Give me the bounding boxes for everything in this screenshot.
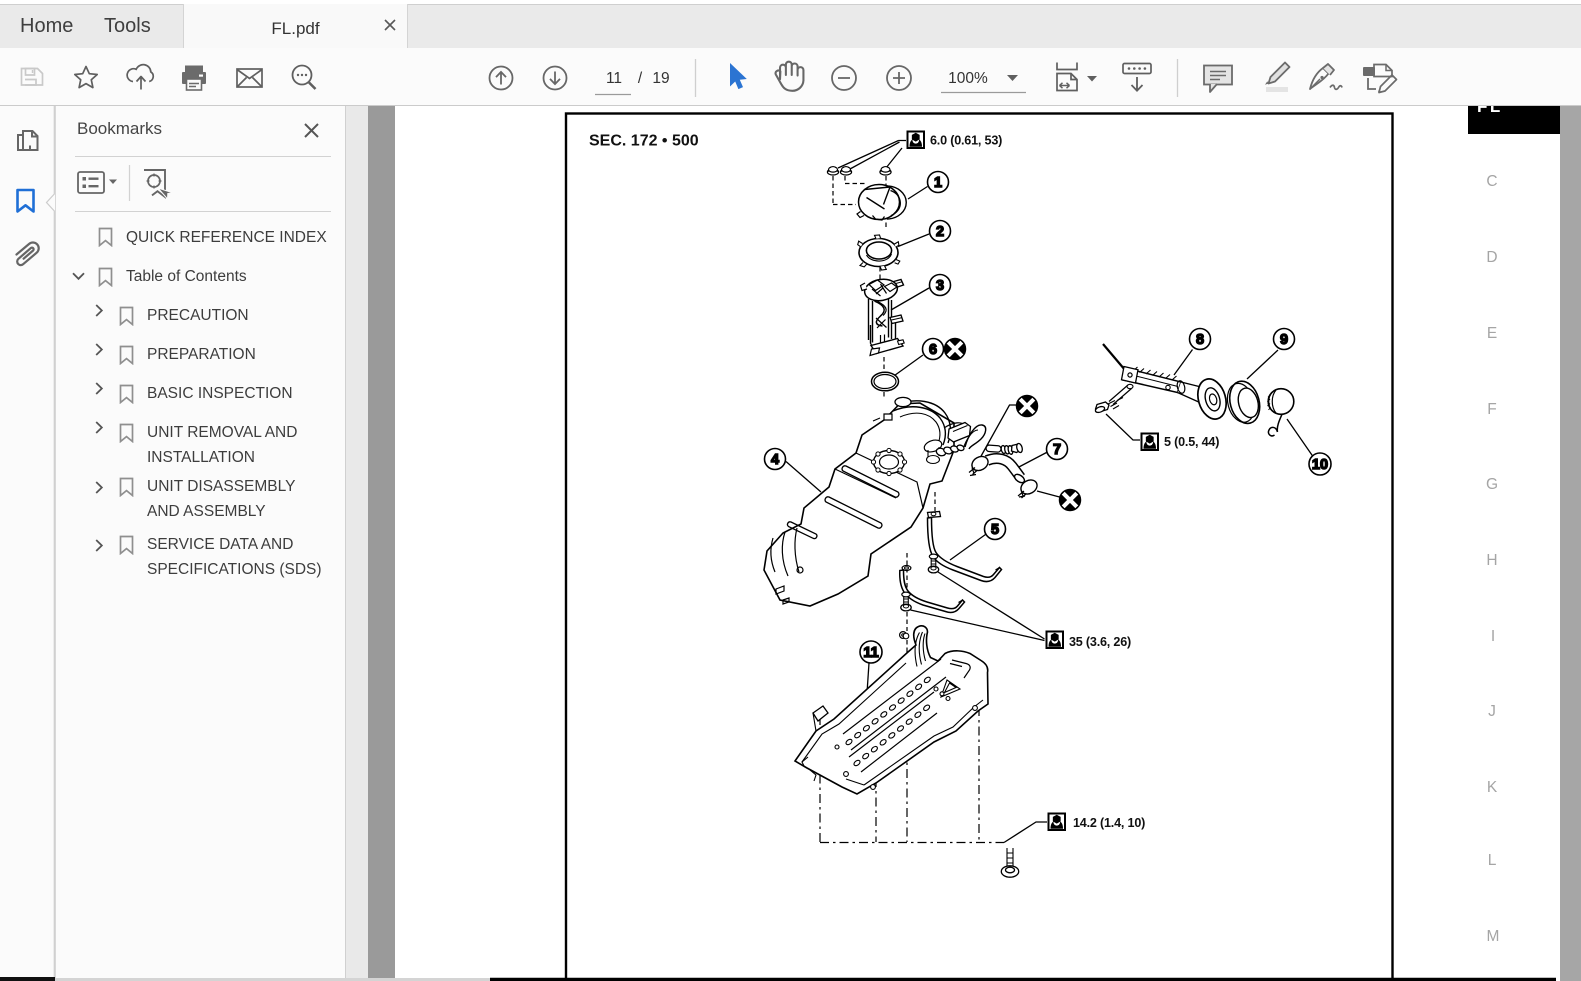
svg-text:5: 5: [991, 522, 999, 538]
svg-text:SEC. 172 • 500: SEC. 172 • 500: [589, 133, 699, 150]
svg-text:L: L: [1488, 852, 1497, 869]
svg-text:2: 2: [936, 224, 944, 240]
svg-text:3: 3: [936, 278, 944, 294]
svg-text:35 (3.6, 26): 35 (3.6, 26): [1069, 635, 1131, 649]
svg-text:M: M: [1487, 928, 1500, 945]
svg-text:6: 6: [929, 342, 937, 358]
svg-text:19: 19: [652, 70, 669, 87]
svg-text:6.0 (0.61, 53): 6.0 (0.61, 53): [930, 134, 1002, 148]
svg-text:J: J: [1488, 703, 1496, 720]
svg-text:7: 7: [1053, 442, 1061, 458]
svg-text:1: 1: [934, 175, 942, 191]
svg-text:8: 8: [1196, 332, 1204, 348]
svg-text:H: H: [1486, 552, 1497, 569]
svg-text:9: 9: [1280, 332, 1288, 348]
svg-text:F: F: [1487, 401, 1496, 418]
svg-text:14.2 (1.4, 10): 14.2 (1.4, 10): [1073, 816, 1145, 830]
svg-text:G: G: [1486, 476, 1498, 493]
svg-text:D: D: [1486, 249, 1497, 266]
svg-text:/: /: [638, 70, 643, 87]
svg-text:5 (0.5, 44): 5 (0.5, 44): [1164, 435, 1219, 449]
svg-text:C: C: [1486, 173, 1497, 190]
svg-text:I: I: [1491, 628, 1495, 645]
svg-text:K: K: [1487, 779, 1498, 796]
svg-text:4: 4: [771, 452, 779, 468]
svg-text:E: E: [1487, 325, 1497, 342]
svg-text:11: 11: [606, 70, 622, 87]
svg-text:11: 11: [863, 645, 878, 661]
svg-text:10: 10: [1312, 457, 1328, 473]
svg-text:100%: 100%: [948, 70, 988, 87]
